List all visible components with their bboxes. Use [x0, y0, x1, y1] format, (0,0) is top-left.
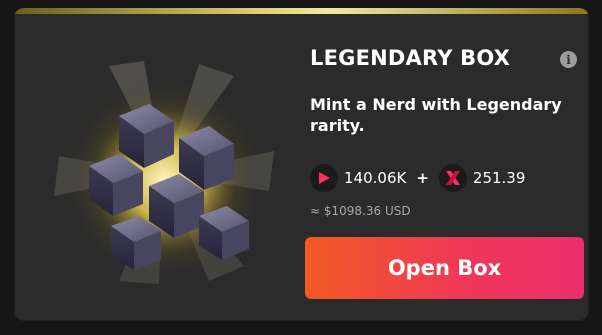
price-plus: + — [416, 169, 429, 187]
box-title: LEGENDARY BOX — [310, 46, 511, 70]
x-token-icon — [438, 164, 467, 192]
price-row: 140.06K + 251.39 — [310, 163, 525, 193]
legendary-box-card: LEGENDARY BOX i Mint a Nerd with Legenda… — [14, 8, 589, 321]
play-token-icon — [310, 164, 338, 192]
price-x-value: 251.39 — [472, 169, 526, 187]
rarity-accent-bar — [14, 8, 589, 14]
price-play-value: 140.06K — [344, 169, 407, 187]
box-description: Mint a Nerd with Legendary rarity. — [310, 95, 562, 135]
open-box-button[interactable]: Open Box — [305, 237, 584, 299]
info-icon[interactable]: i — [560, 51, 577, 68]
legendary-box-image — [54, 61, 274, 284]
usd-estimate: ≈ $1098.36 USD — [310, 204, 411, 218]
